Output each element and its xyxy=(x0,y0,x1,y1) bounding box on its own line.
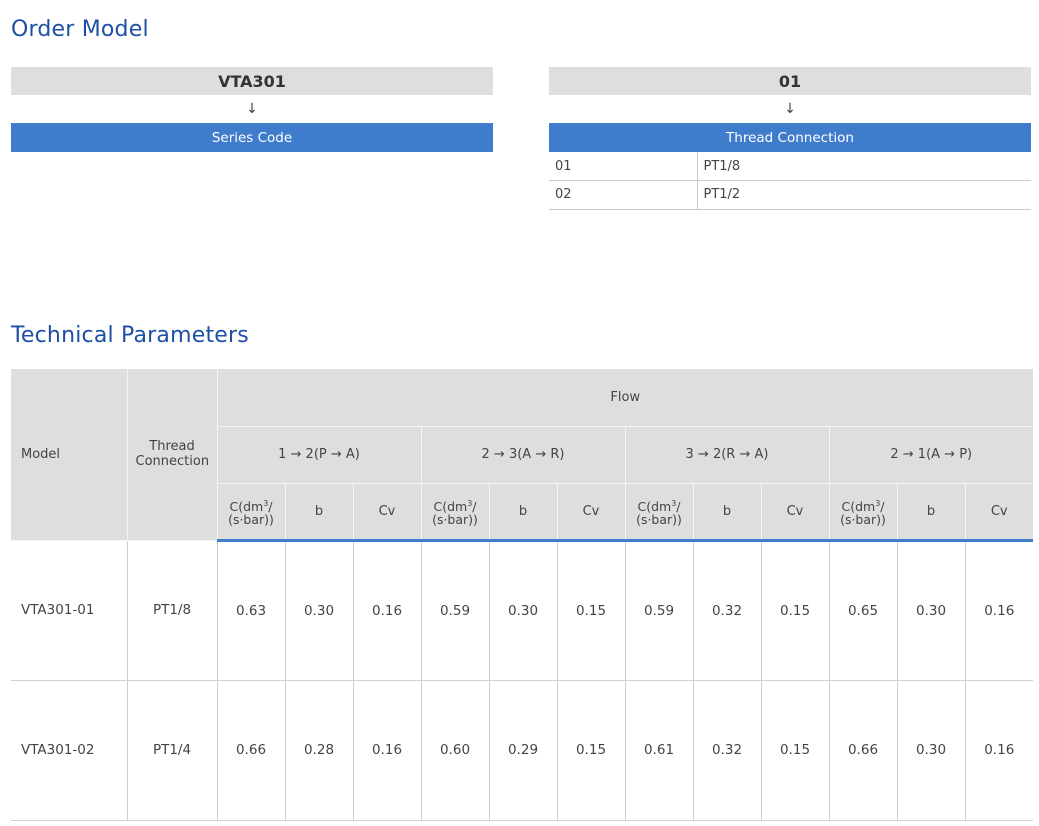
series-code-block: VTA301 ↓ Series Code xyxy=(11,67,493,152)
thread-cell: PT1/4 xyxy=(127,680,218,821)
value-cell: 0.65 xyxy=(829,540,898,681)
cv-value-header: Cv xyxy=(965,483,1033,542)
b-value-header: b xyxy=(897,483,966,542)
value-cell: 0.32 xyxy=(693,680,762,821)
model-cell: VTA301-01 xyxy=(11,540,128,681)
cv-value-header: Cv xyxy=(557,483,626,542)
value-cell: 0.30 xyxy=(897,680,966,821)
series-code-value: VTA301 xyxy=(11,67,493,95)
option-code: 01 xyxy=(549,152,698,181)
c-value-header: C(dm3/(s·bar)) xyxy=(217,483,286,542)
thread-code-label: Thread Connection xyxy=(549,123,1031,152)
value-cell: 0.30 xyxy=(285,540,354,681)
value-cell: 0.63 xyxy=(217,540,286,681)
header-row: Model Thread Connection Flow xyxy=(11,369,1033,541)
value-cell: 0.30 xyxy=(897,540,966,681)
table-row: 01 PT1/8 xyxy=(549,152,1031,181)
thread-cell: PT1/8 xyxy=(127,540,218,681)
option-value: PT1/8 xyxy=(697,152,1031,181)
direction-header: 2 → 1(A → P) xyxy=(829,426,1033,484)
order-model-title: Order Model xyxy=(11,17,149,42)
value-cell: 0.16 xyxy=(965,540,1033,681)
value-cell: 0.32 xyxy=(693,540,762,681)
value-cell: 0.15 xyxy=(761,680,830,821)
thread-code-value: 01 xyxy=(549,67,1031,95)
option-code: 02 xyxy=(549,180,698,210)
direction-header: 1 → 2(P → A) xyxy=(217,426,422,484)
down-arrow-icon: ↓ xyxy=(784,101,796,117)
value-cell: 0.66 xyxy=(217,680,286,821)
model-header: Model xyxy=(11,369,128,541)
flow-header: Flow xyxy=(217,369,1033,427)
table-row: VTA301-02 PT1/4 0.66 0.28 0.16 0.60 0.29 0.15 0.… xyxy=(11,680,1033,821)
value-cell: 0.28 xyxy=(285,680,354,821)
cv-value-header: Cv xyxy=(353,483,422,542)
thread-header: Thread Connection xyxy=(127,369,218,541)
direction-header: 2 → 3(A → R) xyxy=(421,426,626,484)
value-cell: 0.15 xyxy=(557,540,626,681)
c-value-header: C(dm3/(s·bar)) xyxy=(421,483,490,542)
down-arrow-icon: ↓ xyxy=(246,101,258,117)
value-cell: 0.15 xyxy=(557,680,626,821)
value-cell: 0.59 xyxy=(421,540,490,681)
value-cell: 0.16 xyxy=(353,680,422,821)
model-cell: VTA301-02 xyxy=(11,680,128,821)
value-cell: 0.61 xyxy=(625,680,694,821)
b-value-header: b xyxy=(693,483,762,542)
page: Order Model VTA301 ↓ Series Code 01 ↓ Th… xyxy=(0,0,1039,826)
thread-code-block: 01 ↓ Thread Connection 01 PT1/8 02 PT1/2 xyxy=(549,67,1031,210)
table-row: 02 PT1/2 xyxy=(549,180,1031,210)
cv-value-header: Cv xyxy=(761,483,830,542)
direction-header: 3 → 2(R → A) xyxy=(625,426,830,484)
value-cell: 0.30 xyxy=(489,540,558,681)
value-cell: 0.29 xyxy=(489,680,558,821)
value-cell: 0.59 xyxy=(625,540,694,681)
value-cell: 0.15 xyxy=(761,540,830,681)
c-value-header: C(dm3/(s·bar)) xyxy=(625,483,694,542)
series-code-label: Series Code xyxy=(11,123,493,152)
value-cell: 0.16 xyxy=(353,540,422,681)
table-row: VTA301-01 PT1/8 0.63 0.30 0.16 0.59 0.30 0.15 0.… xyxy=(11,540,1033,681)
c-value-header: C(dm3/(s·bar)) xyxy=(829,483,898,542)
technical-parameters-title: Technical Parameters xyxy=(11,323,249,348)
b-value-header: b xyxy=(489,483,558,542)
value-cell: 0.16 xyxy=(965,680,1033,821)
technical-parameters-table-wrap: Model Thread Connection Flow 1 → 2(P → A… xyxy=(11,369,1033,821)
option-value: PT1/2 xyxy=(697,180,1031,210)
value-cell: 0.60 xyxy=(421,680,490,821)
parameter-rows: VTA301-01 PT1/8 0.63 0.30 0.16 0.59 0.30 0.15 0.… xyxy=(11,540,1033,821)
value-cell: 0.66 xyxy=(829,680,898,821)
thread-options-table: 01 PT1/8 02 PT1/2 xyxy=(549,152,1031,210)
b-value-header: b xyxy=(285,483,354,542)
technical-parameters-table: Model Thread Connection Flow 1 → 2(P → A… xyxy=(11,369,1033,821)
